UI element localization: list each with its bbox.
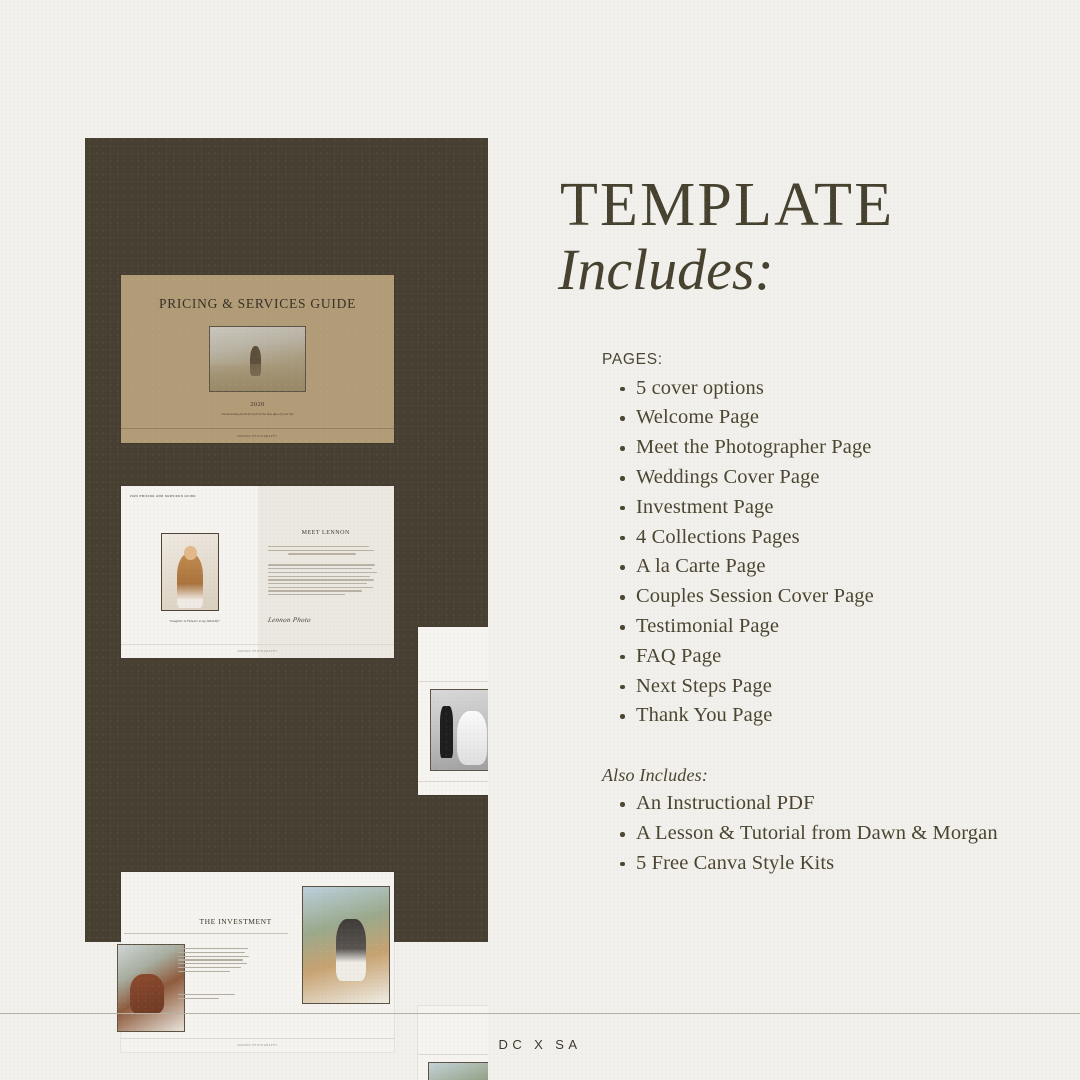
investment-rule [124, 933, 288, 934]
template-includes-content: TEMPLATE Includes: PAGES: 5 cover option… [558, 171, 1030, 879]
meet-signature: Lennon Photo [267, 616, 313, 624]
cover-tagline: Documenting all the firsts from the best… [221, 412, 294, 416]
investment-photo-right [302, 886, 390, 1004]
list-item: Next Steps Page [560, 672, 1030, 702]
list-item: 5 cover options [560, 374, 1030, 404]
pages-section: PAGES: 5 cover options Welcome Page Meet… [560, 351, 1030, 732]
mockup-cover-page[interactable]: PRICING & SERVICES GUIDE 2020 Documentin… [121, 275, 394, 443]
also-includes-section: Also Includes: An Instructional PDF A Le… [560, 765, 1030, 878]
meet-body-text [268, 546, 377, 598]
footer-divider [0, 1013, 1080, 1014]
list-item: Testimonial Page [560, 612, 1030, 642]
cover-year: 2020 [250, 401, 265, 408]
meet-quote: "Laughter is Flowers is my filled life" [168, 619, 221, 623]
list-item: Meet the Photographer Page [560, 433, 1030, 463]
list-item: Welcome Page [560, 403, 1030, 433]
investment-body-text [178, 948, 250, 975]
pages-section-label: PAGES: [602, 350, 663, 368]
meet-divider [121, 644, 394, 645]
also-includes-label: Also Includes: [602, 765, 708, 786]
footer-brand: DC X SA [498, 1037, 582, 1052]
cover-footer: LENNON PHOTOGRAPHY [237, 435, 278, 438]
mockup-showcase: PRICING & SERVICES GUIDE 2020 Documentin… [0, 0, 488, 1080]
mockup-weddings-cover-page[interactable] [418, 627, 488, 795]
meet-footer: LENNON PHOTOGRAPHY [237, 650, 278, 653]
mockup-investment-page[interactable]: THE INVESTMENT LENNON PHOTOGRAPHY [117, 872, 394, 1052]
list-item: Couples Session Cover Page [560, 582, 1030, 612]
list-item: Weddings Cover Page [560, 463, 1030, 493]
list-item: Investment Page [560, 493, 1030, 523]
list-item: 5 Free Canva Style Kits [560, 849, 1030, 879]
list-item: A la Carte Page [560, 552, 1030, 582]
meet-title: MEET LENNON [301, 530, 350, 536]
page-subtitle: Includes: [558, 236, 774, 302]
list-item: Thank You Page [560, 701, 1030, 731]
weddings-cover-photo [430, 689, 488, 771]
pages-list: 5 cover options Welcome Page Meet the Ph… [560, 374, 1030, 732]
mockup-meet-photographer-page[interactable]: 2020 PRICING AND SERVICES GUIDE "Laughte… [121, 486, 394, 658]
investment-title: THE INVESTMENT [199, 917, 272, 926]
investment-body-text-2 [178, 994, 240, 1002]
list-item: An Instructional PDF [560, 789, 1030, 819]
page-title: TEMPLATE [560, 171, 895, 239]
also-includes-list: An Instructional PDF A Lesson & Tutorial… [560, 789, 1030, 878]
cover-photo [209, 326, 306, 392]
list-item: A Lesson & Tutorial from Dawn & Morgan [560, 819, 1030, 849]
cover-title: PRICING & SERVICES GUIDE [158, 296, 357, 311]
collections-photo [428, 1062, 488, 1080]
list-item: FAQ Page [560, 642, 1030, 672]
investment-photo-left [117, 944, 185, 1032]
cover-divider [121, 428, 394, 429]
list-item: 4 Collections Pages [560, 523, 1030, 553]
meet-portrait-photo [161, 533, 219, 611]
meet-running-header: 2020 PRICING AND SERVICES GUIDE [130, 494, 196, 498]
